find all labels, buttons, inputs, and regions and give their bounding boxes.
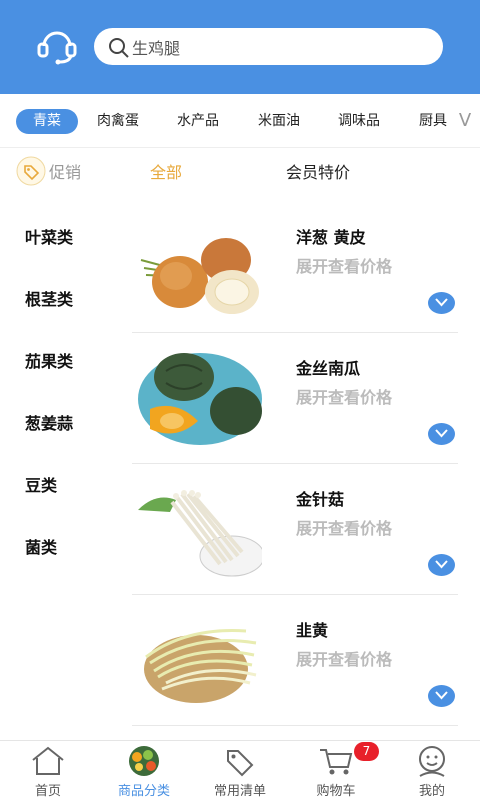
product-image-onion — [140, 238, 259, 314]
home-icon — [32, 746, 64, 775]
customer-service-icon[interactable] — [36, 26, 78, 66]
search-icon — [109, 37, 129, 58]
sidebar-item-leafy[interactable]: 叶菜类 — [25, 224, 73, 248]
product-list: 洋葱 黄皮 展开查看价格 金丝南瓜 展开查看价格 金针菇 展开查看价格 韭黄 展… — [132, 198, 458, 740]
cart-count-badge: 7 — [354, 742, 379, 761]
product-image-enoki — [138, 490, 262, 577]
expand-price-button[interactable] — [428, 423, 455, 445]
app-root: 生鸡腿 青菜 肉禽蛋 水产品 米面油 调味品 厨具 V 促销 全部 会员特价 叶… — [0, 0, 480, 800]
nav-home[interactable]: 首页 — [0, 741, 96, 800]
product-item[interactable]: 金针菇 展开查看价格 — [132, 464, 458, 595]
sidebar-item-root[interactable]: 根茎类 — [25, 286, 73, 310]
expand-price-button[interactable] — [428, 554, 455, 576]
product-image-pumpkin — [138, 353, 262, 445]
product-name: 金丝南瓜 — [296, 359, 361, 378]
promo-filter[interactable]: 促销 — [16, 156, 81, 186]
product-price-hint: 展开查看价格 — [296, 257, 393, 276]
nav-label: 购物车 — [316, 784, 356, 799]
nav-shopping-list[interactable]: 常用清单 — [192, 741, 288, 800]
promo-tag-icon — [16, 156, 46, 186]
filter-member-special[interactable]: 会员特价 — [286, 159, 350, 183]
product-name: 金针菇 — [296, 490, 345, 509]
expand-price-button[interactable] — [428, 685, 455, 707]
product-price-hint: 展开查看价格 — [296, 650, 393, 669]
product-item[interactable]: 韭黄 展开查看价格 — [132, 595, 458, 726]
tab-rouqindan[interactable]: 肉禽蛋 — [97, 109, 139, 134]
filter-all[interactable]: 全部 — [150, 159, 182, 183]
tag-icon — [227, 750, 254, 777]
nav-category[interactable]: 商品分类 — [96, 741, 192, 800]
chevron-down-icon — [435, 691, 448, 700]
promo-label: 促销 — [49, 163, 82, 182]
product-image-yellow-chive — [144, 629, 257, 703]
expand-price-button[interactable] — [428, 292, 455, 314]
nav-label: 首页 — [34, 784, 61, 799]
product-price-hint: 展开查看价格 — [296, 519, 393, 538]
tabs-expand-button[interactable]: V — [450, 104, 480, 138]
tab-tiaoweipin[interactable]: 调味品 — [338, 109, 380, 134]
chevron-down-icon — [435, 560, 448, 569]
product-item[interactable]: 金丝南瓜 展开查看价格 — [132, 333, 458, 464]
cart-icon — [320, 749, 353, 775]
product-price-hint: 展开查看价格 — [296, 388, 393, 407]
sidebar-item-beans[interactable]: 豆类 — [25, 472, 57, 496]
tab-mimianyou[interactable]: 米面油 — [258, 109, 300, 134]
header: 生鸡腿 — [0, 0, 480, 94]
user-icon — [419, 746, 445, 777]
category-icon — [129, 746, 159, 776]
tab-shuichanpin[interactable]: 水产品 — [177, 109, 219, 134]
sidebar-item-mushrooms[interactable]: 菌类 — [25, 534, 57, 558]
nav-label: 常用清单 — [213, 784, 266, 799]
search-input[interactable]: 生鸡腿 — [94, 28, 443, 65]
product-item[interactable]: 洋葱 黄皮 展开查看价格 — [132, 202, 458, 333]
bottom-nav: 首页 商品分类 常用清单 购物车 我的 — [0, 740, 480, 800]
product-name: 韭黄 — [296, 621, 329, 640]
chevron-down-icon — [435, 429, 448, 438]
nav-label: 我的 — [418, 784, 445, 799]
sidebar-item-onion-ginger-garlic[interactable]: 葱姜蒜 — [25, 410, 73, 434]
sidebar-item-solanaceous[interactable]: 茄果类 — [25, 348, 73, 372]
product-name: 洋葱 黄皮 — [296, 228, 366, 247]
tab-chuju[interactable]: 厨具 — [419, 109, 447, 134]
chevron-down-icon — [435, 298, 448, 307]
nav-label: 商品分类 — [117, 784, 170, 799]
tab-qingcai[interactable]: 青菜 — [16, 109, 78, 134]
search-placeholder: 生鸡腿 — [132, 38, 181, 58]
subcategory-sidebar: 叶菜类 根茎类 茄果类 葱姜蒜 豆类 菌类 — [0, 198, 130, 740]
category-tabs: 青菜 肉禽蛋 水产品 米面油 调味品 厨具 V — [0, 94, 480, 148]
nav-profile[interactable]: 我的 — [384, 741, 480, 800]
filter-bar: 促销 全部 会员特价 — [0, 148, 480, 192]
